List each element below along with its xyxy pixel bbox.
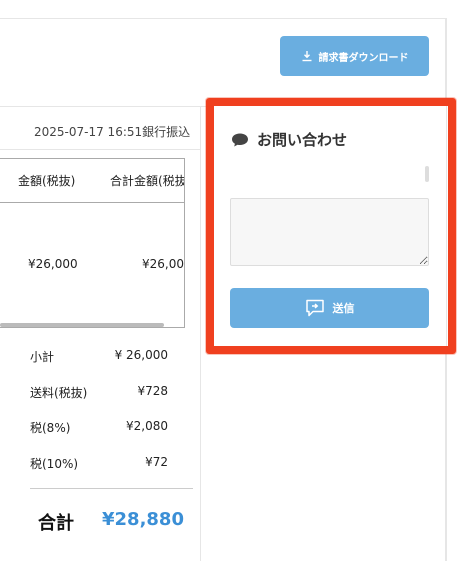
table-horizontal-scrollbar[interactable] — [0, 323, 164, 327]
contact-scroll-indicator[interactable] — [425, 166, 429, 182]
summary-value: ¥728 — [137, 384, 168, 398]
summary-row-tax-10: 税(10%) ¥72 — [30, 455, 168, 472]
grand-total-label: 合計 — [38, 513, 74, 534]
order-items-table: 金額(税抜) 合計金額(税抜 ¥26,000 ¥26,00 — [0, 158, 185, 328]
column-header-total: 合計金額(税抜 — [110, 174, 185, 188]
summary-label: 送料(税抜) — [30, 386, 88, 400]
summary-row-shipping: 送料(税抜) ¥728 — [30, 384, 168, 401]
summary-label: 税(8%) — [30, 421, 71, 435]
contact-title-text: お問い合わせ — [257, 131, 348, 149]
order-datetime-payment: 2025-07-17 16:51銀行振込 — [34, 125, 191, 139]
invoice-download-label: 請求書ダウンロード — [318, 52, 409, 64]
summary-value: ¥2,080 — [126, 419, 168, 433]
send-message-icon — [305, 299, 324, 317]
invoice-download-button[interactable]: 請求書ダウンロード — [280, 36, 429, 76]
table-header: 金額(税抜) 合計金額(税抜 — [0, 159, 185, 203]
summary-row-tax-8: 税(8%) ¥2,080 — [30, 419, 168, 436]
total-divider — [30, 488, 193, 489]
send-button-label: 送信 — [332, 302, 355, 315]
contact-title: お問い合わせ — [231, 129, 347, 150]
summary-label: 小計 — [30, 350, 55, 364]
grand-total-value: ¥28,880 — [102, 509, 184, 530]
summary-label: 税(10%) — [30, 457, 79, 471]
summary-value: ¥72 — [145, 455, 168, 469]
message-input[interactable] — [230, 198, 429, 266]
order-divider — [0, 149, 200, 150]
send-button[interactable]: 送信 — [230, 288, 429, 328]
download-icon — [302, 51, 311, 62]
cell-total: ¥26,00 — [142, 257, 184, 271]
summary-row-subtotal: 小計 ¥ 26,000 — [30, 348, 168, 365]
cell-amount: ¥26,000 — [28, 257, 78, 271]
column-header-amount: 金額(税抜) — [18, 174, 76, 188]
summary-value: ¥ 26,000 — [114, 348, 168, 362]
chat-bubble-icon — [232, 133, 248, 146]
